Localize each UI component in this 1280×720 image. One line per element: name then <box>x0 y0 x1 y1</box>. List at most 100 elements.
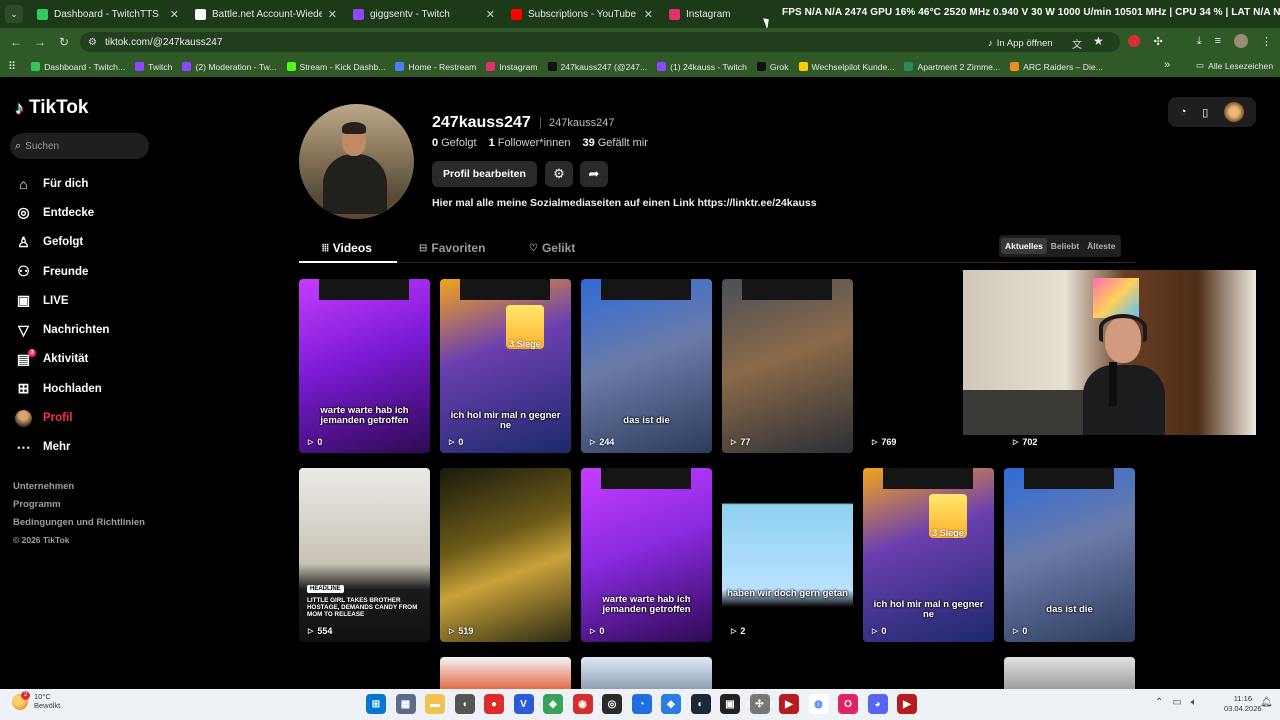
browser-tab[interactable]: giggsentv - Twitch ✕ <box>345 0 503 28</box>
video-card[interactable]: warte warte hab ich jemanden getroffen ▷ 0 <box>581 468 712 642</box>
chrome-menu-icon[interactable]: ⋮ <box>1261 35 1272 48</box>
chevron-up-icon[interactable]: ⌃ <box>1155 697 1163 708</box>
tab-close-icon[interactable]: ✕ <box>170 8 179 21</box>
video-card[interactable]: HEADLINE LITTLE GIRL TAKES BROTHER HOSTAG… <box>299 468 430 642</box>
settings-button[interactable]: ⚙ <box>545 161 573 187</box>
sidebar-item-live[interactable]: ▣ LIVE <box>15 286 109 315</box>
tab-liked[interactable]: ♡ Gelikt <box>529 241 575 255</box>
bookmark-item[interactable]: Home - Restream <box>390 62 481 72</box>
search-input[interactable] <box>25 140 136 152</box>
sidebar-item-gefolgt[interactable]: ♙ Gefolgt <box>15 228 109 257</box>
calculator-icon[interactable]: ▦ <box>395 694 416 714</box>
tab-close-icon[interactable]: ✕ <box>486 8 495 21</box>
browser-tab[interactable]: Battle.net Account-Wiederherstellung ✕ <box>187 0 345 28</box>
tab-videos[interactable]: ⦙⦙⦙ Videos <box>322 241 372 255</box>
video-card[interactable]: das ist die ▷ 0 <box>1004 468 1135 642</box>
browser-tab[interactable]: Subscriptions - YouTube ✕ <box>503 0 661 28</box>
sort-oldest[interactable]: Älteste <box>1083 238 1119 254</box>
layers-app-icon[interactable]: ◆ <box>543 694 563 714</box>
sidebar-item-aktivität[interactable]: ▤ 3 Aktivität <box>15 345 109 374</box>
forward-icon[interactable]: → <box>28 35 52 49</box>
video-card[interactable]: haben wir doch gern getan ▷ 2 <box>722 468 853 642</box>
open-in-app-button[interactable]: ♪ In App öffnen <box>988 36 1053 50</box>
back-icon[interactable]: ← <box>4 35 28 49</box>
file-explorer-icon[interactable]: ▬ <box>425 694 445 714</box>
adblock-extension-icon[interactable] <box>1128 35 1141 47</box>
tab-favorites[interactable]: ⊟ Favoriten <box>419 241 485 255</box>
translate-icon[interactable]: 文 <box>1072 36 1082 51</box>
tab-search-button[interactable]: ⌄ <box>5 5 23 23</box>
mouse-app-icon[interactable]: ◖ <box>454 694 475 714</box>
tab-close-icon[interactable]: ✕ <box>328 8 337 21</box>
url-text[interactable]: tiktok.com/@247kauss247 <box>105 37 222 48</box>
bookmark-item[interactable]: Twitch <box>130 62 177 72</box>
opera-icon[interactable]: O <box>838 694 858 714</box>
blue-app-icon[interactable]: ◈ <box>661 694 681 714</box>
sidebar-item-mehr[interactable]: ⋯ Mehr <box>15 433 109 462</box>
bookmark-item[interactable]: Apartment 2 Zimme... <box>899 62 1005 72</box>
followers-stat[interactable]: 1 Follower*innen <box>489 137 571 149</box>
edge-app-icon[interactable]: ◔ <box>631 694 652 714</box>
bookmark-item[interactable]: 247kauss247 (@247... <box>543 62 653 72</box>
phone-icon[interactable]: ▯ <box>1202 106 1208 119</box>
stream2-app-icon[interactable]: ▶ <box>897 694 917 714</box>
recorder-app-icon[interactable]: ◉ <box>572 694 593 714</box>
video-card[interactable]: 3 Siege ich hol mir mal n gegner ne ▷ 0 <box>440 279 571 453</box>
bookmark-star-icon[interactable]: ★ <box>1093 34 1104 48</box>
volume-icon[interactable]: 🔈︎ <box>1191 697 1197 708</box>
sort-newest[interactable]: Aktuelles <box>1001 238 1047 254</box>
video-card-partial[interactable] <box>581 657 712 689</box>
discord-icon[interactable]: ◕ <box>867 694 888 714</box>
terminal-app-icon[interactable]: ▣ <box>720 694 740 714</box>
user-avatar[interactable] <box>1224 102 1245 122</box>
video-card[interactable]: 3 Siege ich hol mir mal n gegner ne ▷ 0 <box>863 468 994 642</box>
video-card-partial[interactable] <box>1004 657 1135 689</box>
coin-icon[interactable]: ◔ <box>1180 106 1187 118</box>
footer-link-program[interactable]: Programm <box>13 499 145 517</box>
sidebar-item-entdecke[interactable]: ◎ Entdecke <box>15 198 109 227</box>
v-app-icon[interactable]: V <box>513 694 534 714</box>
network-icon[interactable]: ▭ <box>1172 697 1181 708</box>
bookmarks-overflow-icon[interactable]: » <box>1164 59 1170 71</box>
sidebar-item-freunde[interactable]: ⚇ Freunde <box>15 257 109 286</box>
omnibox[interactable]: ⚙ tiktok.com/@247kauss247 <box>80 32 1120 52</box>
footer-link-terms[interactable]: Bedingungen und Richtlinien <box>13 517 145 535</box>
bookmark-item[interactable]: Dashboard - Twitch... <box>26 62 130 72</box>
browser-tab[interactable]: Dashboard - TwitchTTS ✕ <box>29 0 187 28</box>
video-card[interactable]: warte warte hab ich jemanden getroffen ▷ 0 <box>299 279 430 453</box>
bookmark-item[interactable]: Wechselpilot Kunde... <box>794 62 900 72</box>
sidebar-item-für-dich[interactable]: ⌂ Für dich <box>15 169 109 198</box>
video-card[interactable]: ▷ 77 <box>722 279 853 453</box>
bookmark-item[interactable]: (1) 24kauss - Twitch <box>652 62 752 72</box>
weather-widget[interactable]: 2 10°C Bewölkt <box>12 690 60 710</box>
edit-profile-button[interactable]: Profil bearbeiten <box>432 161 537 187</box>
puzzle-app-icon[interactable]: ✣ <box>749 694 770 714</box>
red-app-icon[interactable]: ● <box>484 694 504 714</box>
search-box[interactable]: ⌕ <box>10 133 149 159</box>
bookmark-item[interactable]: (2) Moderation - Tw... <box>177 62 281 72</box>
video-card-partial[interactable] <box>440 657 571 689</box>
obs-icon[interactable]: ◎ <box>602 694 622 714</box>
media-controls-icon[interactable]: ≡ <box>1215 35 1221 47</box>
video-card[interactable]: das ist die ▷ 244 <box>581 279 712 453</box>
share-button[interactable]: ➦ <box>580 161 608 187</box>
video-card[interactable]: ▷ 519 <box>440 468 571 642</box>
following-stat[interactable]: 0 Gefolgt <box>432 137 477 149</box>
sort-popular[interactable]: Beliebt <box>1047 238 1083 254</box>
download-icon[interactable]: ⤓ <box>1197 35 1202 48</box>
extensions-puzzle-icon[interactable]: ✣ <box>1153 35 1162 48</box>
windows-start-icon[interactable]: ⊞ <box>366 694 386 714</box>
tab-close-icon[interactable]: ✕ <box>644 8 653 21</box>
sidebar-item-profil[interactable]: Profil <box>15 403 109 432</box>
notification-bell-icon[interactable]: 🔔︎ <box>1260 697 1273 708</box>
steam-icon[interactable]: ◐ <box>690 694 711 714</box>
reload-icon[interactable]: ↻ <box>52 35 76 49</box>
profile-avatar-chrome-icon[interactable] <box>1234 34 1248 48</box>
all-bookmarks-button[interactable]: ▭ Alle Lesezeichen <box>1196 60 1273 71</box>
stream-app-icon[interactable]: ▶ <box>779 694 799 714</box>
bookmark-item[interactable]: Grok <box>752 62 794 72</box>
sidebar-item-hochladen[interactable]: ⊞ Hochladen <box>15 374 109 403</box>
apps-grid-icon[interactable]: ⠿ <box>8 60 16 73</box>
bookmark-item[interactable]: Instagram <box>481 62 542 72</box>
clock[interactable]: 11:16 03.04.2026 <box>1224 694 1262 714</box>
